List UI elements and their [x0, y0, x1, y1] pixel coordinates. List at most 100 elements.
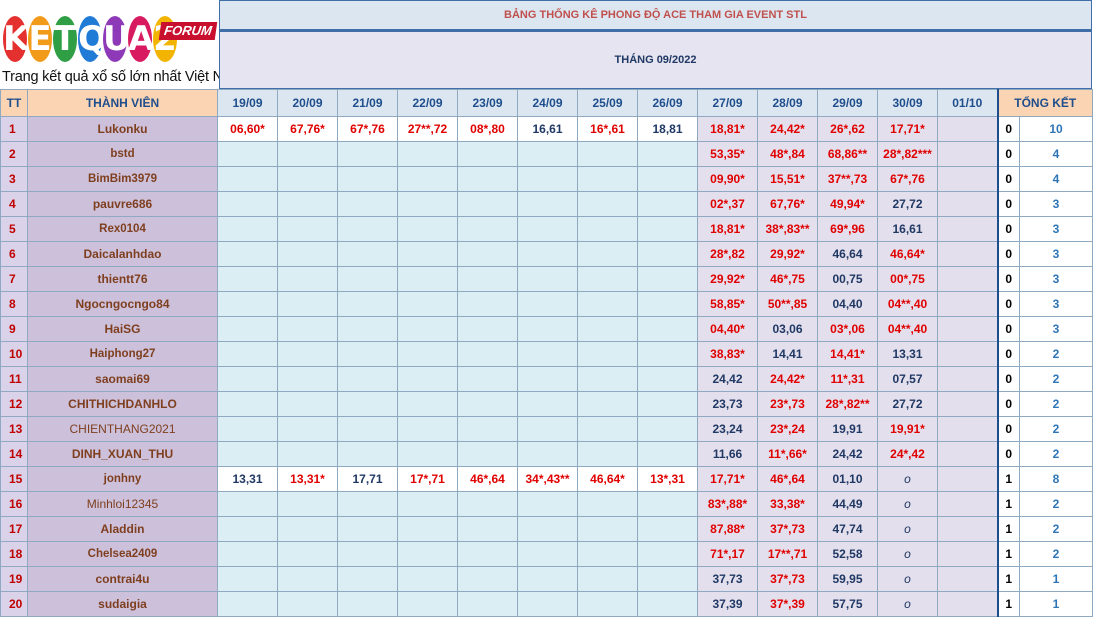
result-cell[interactable]	[277, 416, 338, 442]
result-cell[interactable]	[337, 166, 398, 192]
result-cell[interactable]	[937, 216, 998, 242]
row-number[interactable]: 19	[0, 566, 28, 592]
result-cell[interactable]	[397, 366, 458, 392]
result-cell[interactable]: 04**,40	[877, 316, 938, 342]
result-cell[interactable]	[277, 341, 338, 367]
group-value[interactable]: 0	[996, 166, 1020, 192]
result-cell[interactable]	[937, 566, 998, 592]
member-name[interactable]: HaiSG	[27, 316, 218, 342]
result-cell[interactable]: 17,71*	[877, 116, 938, 142]
result-cell[interactable]: 38,83*	[697, 341, 758, 367]
result-cell[interactable]: 17,71	[337, 466, 398, 492]
row-number[interactable]: 9	[0, 316, 28, 342]
date-header[interactable]: 01/10	[937, 89, 998, 117]
result-cell[interactable]: 07,57	[877, 366, 938, 392]
result-cell[interactable]: 27,72	[877, 191, 938, 217]
result-cell[interactable]: 01,10	[817, 466, 878, 492]
group-value[interactable]: 0	[996, 291, 1020, 317]
result-cell[interactable]: 03*,06	[817, 316, 878, 342]
result-cell[interactable]: 46*,75	[757, 266, 818, 292]
result-cell[interactable]	[217, 366, 278, 392]
result-cell[interactable]	[397, 241, 458, 267]
result-cell[interactable]: 24,42*	[757, 366, 818, 392]
result-cell[interactable]	[937, 116, 998, 142]
result-cell[interactable]	[337, 491, 398, 517]
result-cell[interactable]	[337, 191, 398, 217]
result-cell[interactable]: 37*,73	[757, 566, 818, 592]
result-cell[interactable]: 87,88*	[697, 516, 758, 542]
member-name[interactable]: bstd	[27, 141, 218, 167]
result-cell[interactable]	[277, 316, 338, 342]
date-header[interactable]: 28/09	[757, 89, 818, 117]
result-cell[interactable]	[637, 341, 698, 367]
result-cell[interactable]	[337, 366, 398, 392]
result-cell[interactable]: 18,81	[637, 116, 698, 142]
result-cell[interactable]: o	[877, 491, 938, 517]
result-cell[interactable]	[577, 591, 638, 617]
result-cell[interactable]	[517, 566, 578, 592]
group-value[interactable]: 0	[996, 391, 1020, 417]
row-number[interactable]: 12	[0, 391, 28, 417]
result-cell[interactable]	[577, 441, 638, 467]
result-cell[interactable]	[517, 241, 578, 267]
total-value[interactable]: 2	[1019, 416, 1093, 442]
result-cell[interactable]	[937, 141, 998, 167]
result-cell[interactable]	[277, 266, 338, 292]
result-cell[interactable]	[457, 241, 518, 267]
member-name[interactable]: pauvre686	[27, 191, 218, 217]
result-cell[interactable]: 16*,61	[577, 116, 638, 142]
result-cell[interactable]	[277, 366, 338, 392]
result-cell[interactable]	[577, 266, 638, 292]
date-header[interactable]: 23/09	[457, 89, 518, 117]
result-cell[interactable]	[517, 516, 578, 542]
result-cell[interactable]	[637, 566, 698, 592]
row-number[interactable]: 6	[0, 241, 28, 267]
result-cell[interactable]: 46,64*	[877, 241, 938, 267]
result-cell[interactable]	[937, 491, 998, 517]
result-cell[interactable]: 50**,85	[757, 291, 818, 317]
result-cell[interactable]	[937, 466, 998, 492]
result-cell[interactable]	[277, 491, 338, 517]
result-cell[interactable]	[937, 291, 998, 317]
date-header[interactable]: 20/09	[277, 89, 338, 117]
result-cell[interactable]	[397, 516, 458, 542]
result-cell[interactable]	[217, 566, 278, 592]
result-cell[interactable]: 04**,40	[877, 291, 938, 317]
row-number[interactable]: 13	[0, 416, 28, 442]
result-cell[interactable]: 17,71*	[697, 466, 758, 492]
total-value[interactable]: 3	[1019, 291, 1093, 317]
group-value[interactable]: 0	[996, 141, 1020, 167]
result-cell[interactable]: 37**,73	[817, 166, 878, 192]
row-number[interactable]: 1	[0, 116, 28, 142]
result-cell[interactable]	[217, 341, 278, 367]
row-number[interactable]: 5	[0, 216, 28, 242]
result-cell[interactable]: 46,64*	[577, 466, 638, 492]
result-cell[interactable]	[457, 166, 518, 192]
result-cell[interactable]	[937, 416, 998, 442]
date-header[interactable]: 24/09	[517, 89, 578, 117]
result-cell[interactable]: 67*,76	[877, 166, 938, 192]
result-cell[interactable]	[457, 266, 518, 292]
result-cell[interactable]	[457, 291, 518, 317]
group-value[interactable]: 1	[996, 541, 1020, 567]
result-cell[interactable]: 27**,72	[397, 116, 458, 142]
total-value[interactable]: 2	[1019, 441, 1093, 467]
group-value[interactable]: 0	[996, 316, 1020, 342]
result-cell[interactable]: 47,74	[817, 516, 878, 542]
result-cell[interactable]	[577, 166, 638, 192]
result-cell[interactable]	[517, 166, 578, 192]
result-cell[interactable]	[457, 141, 518, 167]
result-cell[interactable]	[577, 541, 638, 567]
result-cell[interactable]: 16,61	[877, 216, 938, 242]
result-cell[interactable]	[277, 441, 338, 467]
result-cell[interactable]	[277, 391, 338, 417]
result-cell[interactable]: 14,41*	[817, 341, 878, 367]
result-cell[interactable]: 27,72	[877, 391, 938, 417]
result-cell[interactable]: 59,95	[817, 566, 878, 592]
result-cell[interactable]	[637, 141, 698, 167]
total-value[interactable]: 8	[1019, 466, 1093, 492]
result-cell[interactable]: 17**,71	[757, 541, 818, 567]
result-cell[interactable]: 29,92*	[697, 266, 758, 292]
result-cell[interactable]: 67*,76	[337, 116, 398, 142]
group-value[interactable]: 0	[996, 441, 1020, 467]
